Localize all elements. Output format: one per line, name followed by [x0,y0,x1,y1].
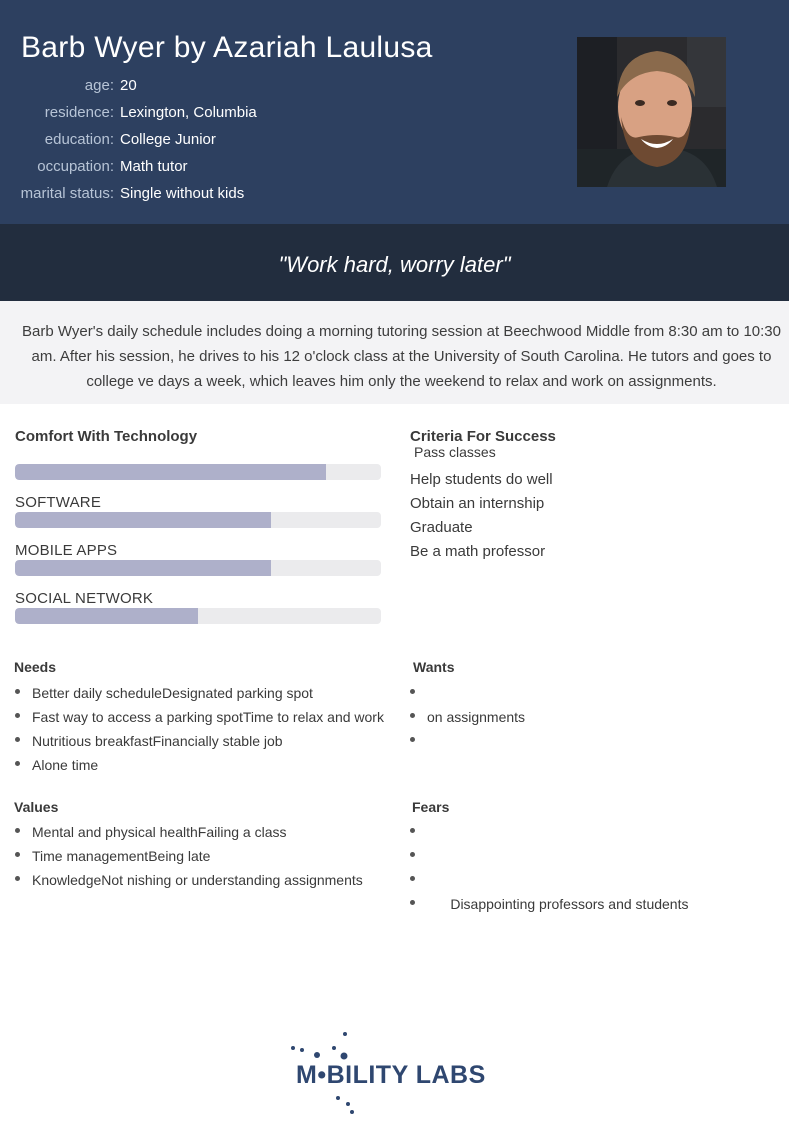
persona-photo [577,37,726,187]
fact-marital-status: marital status: Single without kids [0,185,340,212]
bullet-icon [15,828,20,833]
list-item [409,729,525,753]
list-item: Better daily scheduleDesignated parking … [14,681,384,705]
bullet-icon [410,689,415,694]
bullet-icon [15,761,20,766]
bullet-icon [15,689,20,694]
criteria-title: Criteria For Success [410,428,556,445]
bullet-icon [410,713,415,718]
list-item-text: KnowledgeNot nishing or understanding as… [32,872,363,888]
wants-title: Wants [413,659,455,675]
fact-education: education: College Junior [0,131,340,158]
list-item-text: Fast way to access a parking spotTime to… [32,709,384,725]
logo-text: M•BILITY LABS [296,1061,486,1089]
bio-section: Barb Wyer's daily schedule includes doin… [0,301,789,404]
bar-fill [15,512,272,528]
bar-fill [15,560,272,576]
bullet-icon [410,828,415,833]
technology-title: Comfort With Technology [15,428,198,445]
list-item: Mental and physical healthFailing a clas… [14,820,363,844]
technology-bar-social-network [15,608,381,624]
technology-bar-mobile-apps [15,560,381,576]
bar-fill [15,464,327,480]
list-item: Alone time [14,753,384,777]
bullet-icon [410,852,415,857]
persona-bio: Barb Wyer's daily schedule includes doin… [22,323,781,390]
quote-band: "Work hard, worry later" [0,224,789,301]
fact-label: age: [84,77,114,94]
fact-value: Single without kids [120,185,245,202]
criteria-item: Graduate [410,519,473,536]
list-item: KnowledgeNot nishing or understanding as… [14,868,363,892]
list-item-text: Mental and physical healthFailing a clas… [32,824,287,840]
fact-label: education: [44,131,114,148]
criteria-item: Be a math professor [410,543,546,560]
persona-header: Barb Wyer by Azariah Laulusa age: 20 res… [0,0,789,224]
persona-name: Barb Wyer by Azariah Laulusa [21,31,433,64]
needs-list: Better daily scheduleDesignated parking … [14,681,384,777]
needs-title: Needs [14,659,57,675]
fact-value: 20 [120,77,137,94]
bar-label-mobile-apps: MOBILE APPS [15,542,118,559]
fact-value: College Junior [120,131,216,148]
fact-label: marital status: [20,185,114,202]
technology-bar-overall [15,464,381,480]
fears-list: Disappointing professors and students [409,820,688,916]
mobility-labs-logo: M•BILITY LABS [288,1028,508,1120]
bullet-icon [15,852,20,857]
bar-label-social-network: SOCIAL NETWORK [15,590,154,607]
bullet-icon [410,876,415,881]
list-item: Fast way to access a parking spotTime to… [14,705,384,729]
fact-residence: residence: Lexington, Columbia [0,104,340,131]
list-item: on assignments [409,705,525,729]
list-item-text: Time managementBeing late [32,848,211,864]
list-item-text: Nutritious breakfastFinancially stable j… [32,733,283,749]
values-list: Mental and physical healthFailing a clas… [14,820,363,892]
criteria-list: Help students do well Obtain an internsh… [410,468,553,564]
fact-value: Math tutor [120,158,188,175]
values-title: Values [14,799,59,815]
bullet-icon [15,737,20,742]
persona-quote: "Work hard, worry later" [278,252,511,277]
fears-title: Fears [412,799,450,815]
fact-value: Lexington, Columbia [120,104,257,121]
list-item [409,681,525,705]
fact-age: age: 20 [0,77,340,104]
bullet-icon [15,713,20,718]
list-item: Disappointing professors and students [409,892,688,916]
list-item [409,844,688,868]
criteria-item: Pass classes [414,444,496,460]
criteria-item: Obtain an internship [410,495,545,512]
wants-list: on assignments [409,681,525,753]
bullet-icon [410,737,415,742]
list-item [409,820,688,844]
bullet-icon [410,900,415,905]
criteria-item: Help students do well [410,471,553,488]
fact-label: occupation: [37,158,114,175]
list-item-text: on assignments [427,709,526,725]
fact-label: residence: [44,104,114,121]
list-item: Nutritious breakfastFinancially stable j… [14,729,384,753]
bar-label-software: SOFTWARE [15,494,102,511]
persona-facts: age: 20 residence: Lexington, Columbia e… [0,77,340,212]
fact-occupation: occupation: Math tutor [0,158,340,185]
list-item-text: Better daily scheduleDesignated parking … [32,685,313,701]
list-item [409,868,688,892]
technology-bar-software [15,512,381,528]
list-item-text: Disappointing professors and students [427,896,689,912]
list-item-text: Alone time [32,757,99,773]
bullet-icon [15,876,20,881]
list-item: Time managementBeing late [14,844,363,868]
bar-fill [15,608,198,624]
